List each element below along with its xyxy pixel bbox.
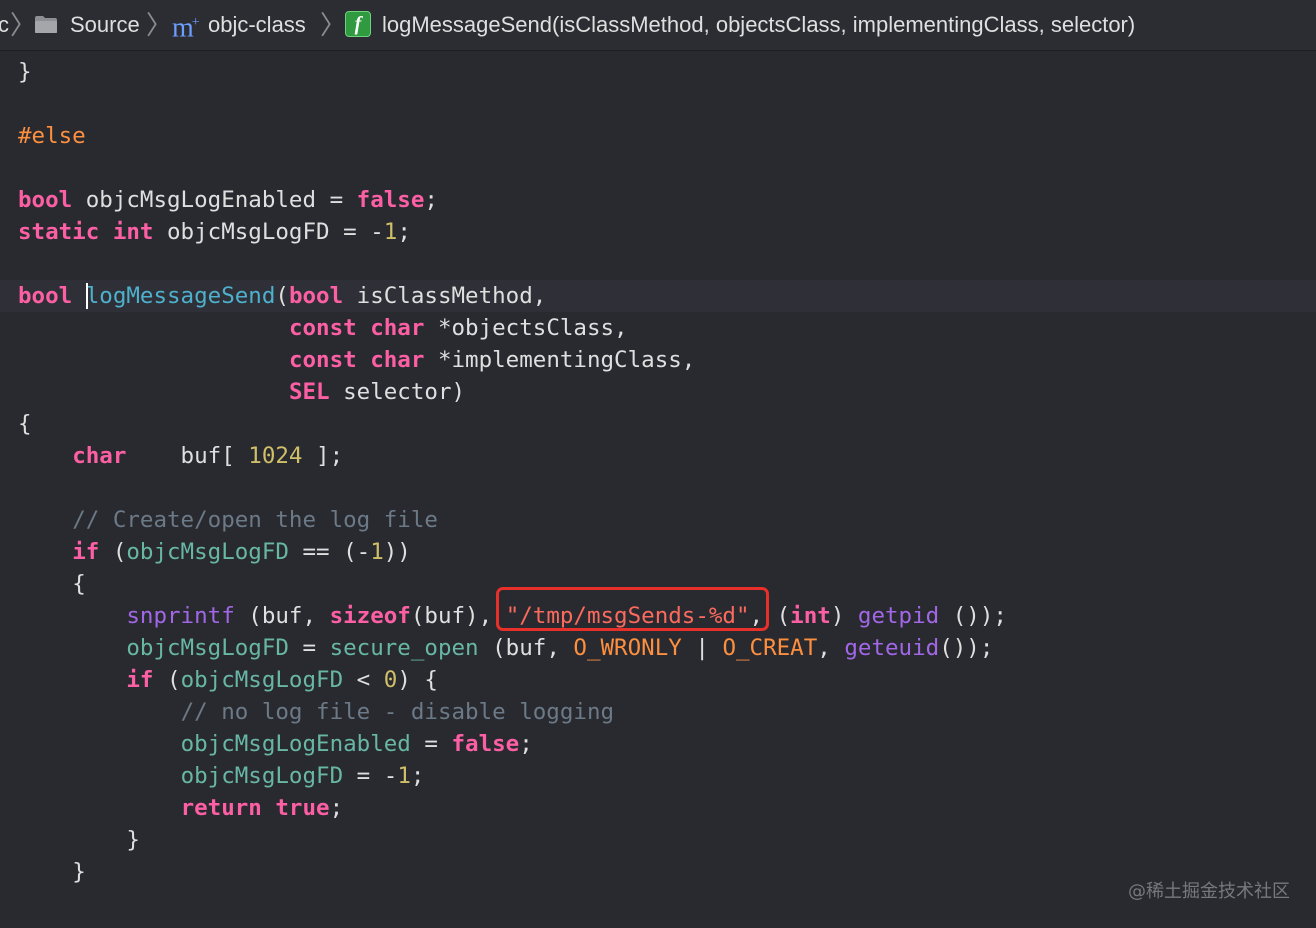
code-line: SEL selector) — [288, 379, 466, 405]
text-cursor — [86, 283, 88, 309]
code-line: objcMsgLogFD = secure_open (buf, O_WRONL… — [126, 635, 994, 661]
breadcrumb-partial-item[interactable]: c — [0, 0, 9, 50]
breadcrumb: c 〉 Source 〉 m+ objc-class 〉 f logMessag… — [0, 0, 1316, 51]
code-line: char buf[ 1024 ]; — [72, 443, 344, 469]
code-line: { — [18, 411, 32, 437]
code-line: if (objcMsgLogFD == (-1)) — [72, 539, 411, 565]
code-line: bool objcMsgLogEnabled = false; — [18, 187, 438, 213]
code-editor[interactable]: } #else bool objcMsgLogEnabled = false; … — [0, 51, 1316, 928]
m-file-icon: m+ — [172, 12, 200, 44]
breadcrumb-item-objc-class[interactable]: objc-class — [208, 0, 306, 50]
code-line: const char *implementingClass, — [288, 347, 696, 373]
annotation-highlight-box — [496, 587, 769, 631]
code-comment: // Create/open the log file — [72, 507, 438, 533]
code-line: objcMsgLogEnabled = false; — [180, 731, 533, 757]
code-line: static int objcMsgLogFD = -1; — [18, 219, 411, 245]
code-line: } — [72, 859, 86, 885]
breadcrumb-item-source[interactable]: Source — [70, 0, 140, 50]
code-line: if (objcMsgLogFD < 0) { — [126, 667, 438, 693]
chevron-right-icon: 〉 — [320, 10, 347, 40]
watermark: @稀土掘金技术社区 — [1128, 881, 1290, 902]
code-line: const char *objectsClass, — [288, 315, 628, 341]
code-line: objcMsgLogFD = -1; — [180, 763, 425, 789]
code-line: bool logMessageSend(bool isClassMethod, — [18, 283, 547, 309]
code-line: return true; — [180, 795, 344, 821]
function-icon: f — [345, 11, 371, 37]
code-comment: // no log file - disable logging — [180, 699, 615, 725]
code-line: #else — [18, 123, 86, 149]
code-line: { — [72, 571, 86, 597]
breadcrumb-item-function[interactable]: logMessageSend(isClassMethod, objectsCla… — [382, 0, 1135, 50]
folder-icon — [35, 16, 57, 33]
code-line: } — [18, 59, 32, 85]
code-line: } — [126, 827, 140, 853]
chevron-right-icon: 〉 — [10, 10, 37, 40]
chevron-right-icon: 〉 — [146, 10, 173, 40]
